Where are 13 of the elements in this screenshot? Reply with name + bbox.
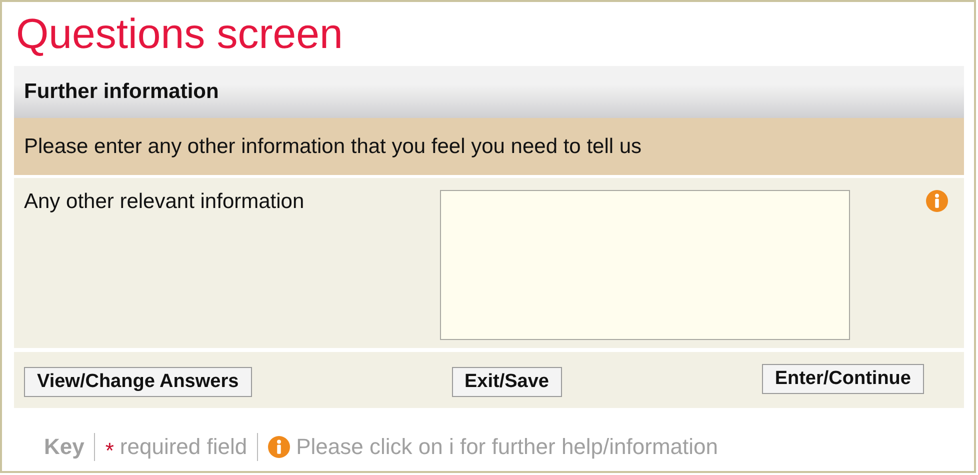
instruction-banner: Please enter any other information that you feel you need to tell us: [14, 118, 964, 175]
answer-box[interactable]: [440, 190, 850, 340]
required-mark: *: [105, 438, 114, 464]
section-heading: Further information: [14, 66, 964, 118]
form-button[interactable]: Enter/Continue: [762, 364, 924, 394]
key-text: required field: [120, 434, 248, 460]
form-button[interactable]: View/Change Answers: [24, 367, 252, 397]
page-title: Questions screen: [15, 9, 344, 59]
form-button[interactable]: Exit/Save: [452, 367, 562, 397]
info-icon: [268, 436, 290, 458]
key-label: Key: [44, 434, 84, 460]
question-label: Any other relevant information: [24, 190, 306, 215]
key-text: Please click on i for further help/information: [296, 434, 718, 460]
